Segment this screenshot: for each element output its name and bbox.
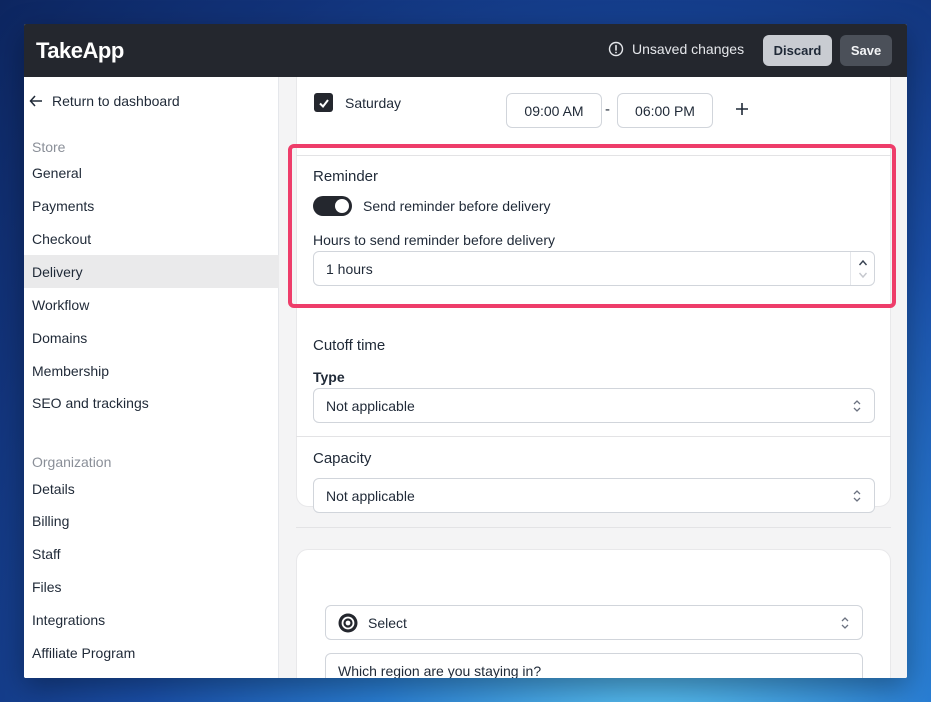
top-bar: TakeApp Unsaved changes Discard Save bbox=[24, 24, 907, 77]
question-text-input[interactable]: Which region are you staying in? bbox=[325, 653, 863, 678]
sidebar-item-files[interactable]: Files bbox=[24, 570, 279, 603]
arrow-left-icon bbox=[29, 95, 42, 107]
return-to-dashboard-link[interactable]: Return to dashboard bbox=[28, 93, 180, 109]
question-type-select[interactable]: Select bbox=[325, 605, 863, 640]
organization-section-label: Organization bbox=[32, 454, 112, 470]
return-label: Return to dashboard bbox=[52, 93, 180, 109]
end-time-input[interactable]: 06:00 PM bbox=[617, 93, 713, 128]
app-window: TakeApp Unsaved changes Discard Save Ret… bbox=[24, 24, 907, 678]
check-icon bbox=[318, 98, 329, 108]
discard-button[interactable]: Discard bbox=[763, 35, 832, 66]
sidebar-item-integrations[interactable]: Integrations bbox=[24, 603, 279, 636]
sidebar-item-seo[interactable]: SEO and trackings bbox=[24, 386, 279, 419]
info-circle-icon bbox=[608, 41, 624, 57]
sidebar-item-domains[interactable]: Domains bbox=[24, 321, 279, 354]
capacity-title: Capacity bbox=[313, 450, 372, 467]
unsaved-status: Unsaved changes bbox=[608, 41, 744, 57]
capacity-value: Not applicable bbox=[326, 487, 415, 504]
question-type-value: Select bbox=[368, 614, 407, 631]
day-label: Saturday bbox=[345, 95, 402, 111]
question-text: Which region are you staying in? bbox=[338, 662, 542, 679]
cutoff-title: Cutoff time bbox=[313, 337, 386, 354]
sidebar: Return to dashboard Store General Paymen… bbox=[24, 77, 279, 678]
cutoff-type-value: Not applicable bbox=[326, 397, 415, 414]
sidebar-item-workflow[interactable]: Workflow bbox=[24, 288, 279, 321]
plus-icon bbox=[736, 103, 748, 115]
sidebar-item-membership[interactable]: Membership bbox=[24, 354, 279, 387]
unsaved-text: Unsaved changes bbox=[632, 41, 745, 57]
add-time-slot-button[interactable] bbox=[735, 98, 749, 120]
content-divider bbox=[296, 527, 891, 528]
sidebar-item-delivery[interactable]: Delivery bbox=[24, 255, 279, 288]
save-button[interactable]: Save bbox=[840, 35, 892, 66]
chevron-up-down-icon bbox=[853, 400, 861, 412]
sidebar-item-details[interactable]: Details bbox=[24, 472, 279, 505]
saturday-checkbox[interactable] bbox=[314, 93, 333, 112]
cutoff-type-label: Type bbox=[313, 369, 345, 385]
app-logo: TakeApp bbox=[36, 38, 124, 63]
sidebar-item-billing[interactable]: Billing bbox=[24, 504, 279, 537]
sidebar-item-staff[interactable]: Staff bbox=[24, 537, 279, 570]
sidebar-item-checkout[interactable]: Checkout bbox=[24, 222, 279, 255]
start-time-input[interactable]: 09:00 AM bbox=[506, 93, 602, 128]
sidebar-item-affiliate-program[interactable]: Affiliate Program bbox=[24, 636, 279, 669]
chevron-up-down-icon bbox=[853, 490, 861, 502]
cutoff-type-select[interactable]: Not applicable bbox=[313, 388, 875, 423]
highlight-box bbox=[288, 144, 896, 308]
radio-icon bbox=[338, 613, 358, 632]
store-section-label: Store bbox=[32, 139, 66, 155]
section-divider bbox=[296, 436, 891, 437]
sidebar-item-general[interactable]: General bbox=[24, 156, 279, 189]
capacity-select[interactable]: Not applicable bbox=[313, 478, 875, 513]
sidebar-item-payments[interactable]: Payments bbox=[24, 189, 279, 222]
time-separator: - bbox=[605, 101, 610, 118]
chevron-up-down-icon bbox=[841, 617, 849, 629]
